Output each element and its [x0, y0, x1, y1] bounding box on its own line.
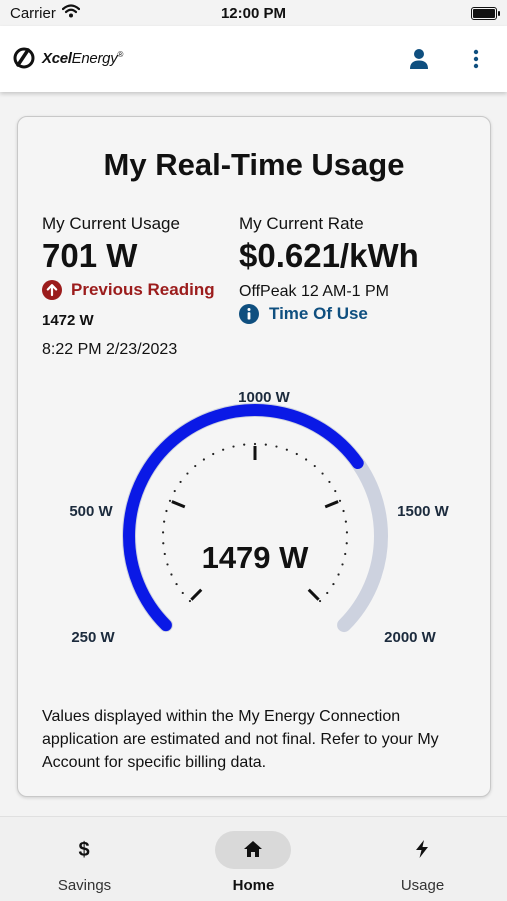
gauge-major-ticks: [171, 446, 339, 601]
gauge-major-tick: [324, 500, 339, 509]
gauge-minor-tick: [285, 448, 288, 451]
brand-regular: Energy: [71, 49, 118, 67]
gauge-minor-tick: [175, 582, 178, 586]
gauge-label-250: 250 W: [71, 629, 115, 646]
current-rate-value: $0.621/kWh: [239, 237, 419, 274]
gauge-minor-tick: [166, 563, 169, 566]
gauge-minor-tick: [313, 464, 316, 468]
bottom-tab-bar: $ Savings Home Usage: [0, 816, 507, 901]
previous-reading-value: 1472 W: [42, 312, 94, 329]
time-of-use-label: Time Of Use: [269, 304, 368, 323]
gauge-minor-tick: [345, 542, 348, 545]
gauge-minor-tick: [342, 509, 345, 513]
real-time-usage-card: My Real-Time Usage My Current Usage 701 …: [17, 116, 491, 797]
status-time: 12:00 PM: [220, 5, 287, 22]
gauge-minor-tick: [275, 445, 278, 448]
gauge-label-500: 500 W: [69, 503, 113, 520]
gauge-minor-tick: [194, 464, 197, 468]
tab-usage[interactable]: Usage: [338, 817, 507, 901]
gauge-minor-tick: [186, 472, 189, 475]
gauge-minor-tick: [305, 458, 308, 461]
gauge-minor-tick: [332, 582, 335, 586]
gauge-minor-tick: [188, 599, 192, 603]
gauge-minor-tick: [344, 552, 347, 556]
gauge-minor-tick: [232, 445, 235, 448]
gauge-minor-tick: [295, 452, 298, 456]
gauge-minor-tick: [163, 552, 166, 556]
gauge-minor-tick: [341, 563, 344, 566]
gauge-minor-tick: [179, 480, 182, 484]
gauge-label-1000: 1000 W: [238, 389, 291, 406]
gauge-minor-tick: [328, 480, 331, 484]
gauge-minor-tick: [337, 573, 340, 576]
previous-reading-row: Previous Reading: [42, 280, 215, 300]
gauge-minor-tick: [173, 489, 176, 493]
card-title: My Real-Time Usage: [103, 147, 405, 182]
tab-home-label: Home: [232, 877, 275, 894]
info-icon: [239, 304, 259, 324]
bolt-icon: [409, 839, 435, 861]
rate-period: OffPeak 12 AM-1 PM: [239, 283, 389, 300]
battery-icon: [471, 7, 500, 20]
gauge-minor-tick: [334, 489, 337, 493]
gauge-minor-tick: [338, 499, 342, 502]
current-usage-value: 701 W: [42, 237, 138, 274]
gauge-minor-tick: [168, 499, 172, 502]
gauge-minor-tick: [326, 591, 329, 595]
gauge-minor-tick: [163, 520, 166, 523]
tab-savings[interactable]: $ Savings: [0, 817, 169, 901]
gauge-fill: [123, 404, 364, 632]
gauge-minor-tick: [264, 443, 267, 446]
xcel-energy-logo: XcelEnergy®: [12, 46, 123, 70]
gauge-minor-tick: [165, 509, 168, 513]
gauge-label-1500: 1500 W: [397, 503, 450, 520]
brand-mark: ®: [117, 49, 124, 59]
arrow-up-circle-icon: [42, 280, 62, 300]
status-bar: Carrier 12:00 PM: [0, 0, 507, 26]
gauge-minor-tick: [202, 458, 205, 461]
gauge-minor-tick: [162, 542, 165, 545]
previous-reading-label: Previous Reading: [71, 280, 215, 299]
gauge-minor-tick: [170, 573, 173, 576]
brand-name: XcelEnergy®: [42, 50, 123, 67]
dollar-icon: $: [78, 839, 90, 861]
app-bar: XcelEnergy®: [0, 26, 507, 92]
gauge-minor-tick: [212, 452, 215, 456]
xcel-logo-icon: [13, 47, 35, 69]
gauge-minor-tick: [161, 531, 165, 534]
disclaimer-text: Values displayed within the My Energy Co…: [42, 708, 439, 771]
brand-bold: Xcel: [42, 49, 72, 67]
gauge-major-tick: [190, 588, 203, 601]
current-usage-label: My Current Usage: [42, 214, 180, 233]
current-rate-label: My Current Rate: [239, 214, 364, 233]
gauge-center-value: 1479 W: [202, 540, 310, 575]
gauge-label-2000: 2000 W: [384, 629, 437, 646]
home-icon: [240, 839, 266, 861]
gauge-minor-tick: [222, 448, 225, 451]
gauge-minor-tick: [253, 442, 257, 446]
tab-usage-label: Usage: [400, 877, 445, 894]
gauge-minor-tick: [321, 472, 324, 475]
time-of-use-link[interactable]: Time Of Use: [239, 304, 368, 324]
profile-icon[interactable]: [408, 48, 430, 70]
gauge-minor-tick: [344, 520, 347, 523]
gauge-major-tick: [171, 500, 186, 509]
tab-savings-label: Savings: [57, 877, 112, 894]
gauge-minor-tick: [345, 531, 349, 534]
gauge-minor-tick: [181, 591, 184, 595]
gauge-minor-tick: [243, 443, 246, 446]
gauge-minor-tick: [318, 599, 322, 603]
tab-home[interactable]: Home: [169, 817, 338, 901]
more-options-icon[interactable]: [468, 48, 484, 70]
usage-gauge: 500 W 1000 W 1500 W 250 W 2000 W 1479 W: [69, 389, 450, 646]
gauge-major-tick: [307, 588, 320, 601]
gauge-minor-ticks: [161, 442, 349, 603]
